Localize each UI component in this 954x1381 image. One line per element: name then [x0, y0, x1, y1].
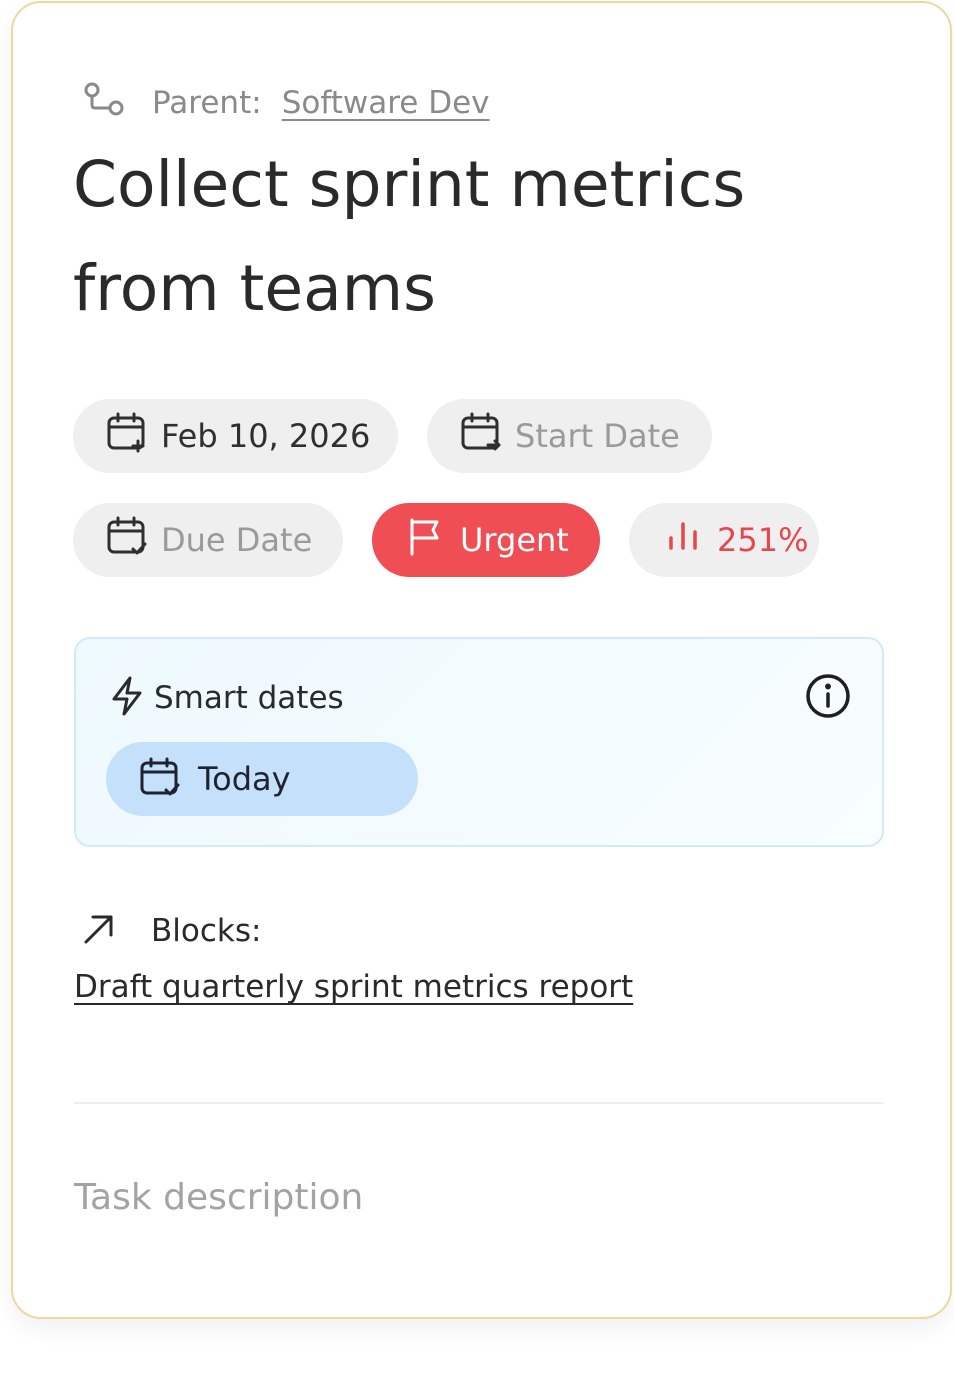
- due-date-label: Due Date: [161, 521, 313, 559]
- parent-row: Parent: Software Dev: [81, 81, 490, 125]
- blocked-task-link[interactable]: Draft quarterly sprint metrics report: [74, 969, 633, 1005]
- smart-dates-panel: Smart dates Today: [74, 637, 884, 847]
- divider: [74, 1102, 884, 1104]
- task-title[interactable]: Collect sprint metrics from teams: [73, 133, 873, 341]
- task-description-input[interactable]: Task description: [74, 1177, 884, 1218]
- created-date-label: Feb 10, 2026: [161, 417, 371, 455]
- calendar-plus-icon: [105, 410, 149, 462]
- start-date-label: Start Date: [515, 417, 680, 455]
- calendar-check-icon: [138, 755, 182, 803]
- blocks-label: Blocks:: [151, 913, 262, 949]
- parent-link[interactable]: Software Dev: [282, 85, 490, 121]
- lightning-icon: [108, 675, 146, 721]
- smart-dates-title: Smart dates: [154, 680, 344, 716]
- priority-label: Urgent: [460, 521, 569, 559]
- flag-icon: [404, 514, 448, 566]
- today-label: Today: [198, 760, 291, 798]
- subtask-branch-icon: [81, 81, 125, 125]
- info-icon[interactable]: [804, 672, 852, 720]
- progress-label: 251%: [717, 521, 809, 559]
- task-card: Parent: Software Dev Collect sprint metr…: [11, 1, 952, 1319]
- calendar-arrow-icon: [459, 410, 503, 462]
- due-date-chip[interactable]: Due Date: [73, 503, 343, 577]
- priority-chip[interactable]: Urgent: [372, 503, 600, 577]
- bar-chart-icon: [661, 514, 705, 566]
- today-suggestion-chip[interactable]: Today: [106, 742, 418, 816]
- calendar-check-icon: [105, 514, 149, 566]
- arrow-up-right-icon: [81, 911, 117, 951]
- parent-label: Parent:: [152, 85, 262, 121]
- created-date-chip[interactable]: Feb 10, 2026: [73, 399, 398, 473]
- smart-dates-header: Smart dates: [108, 675, 344, 721]
- progress-chip[interactable]: 251%: [629, 503, 819, 577]
- blocks-row: Blocks:: [81, 911, 261, 951]
- start-date-chip[interactable]: Start Date: [427, 399, 712, 473]
